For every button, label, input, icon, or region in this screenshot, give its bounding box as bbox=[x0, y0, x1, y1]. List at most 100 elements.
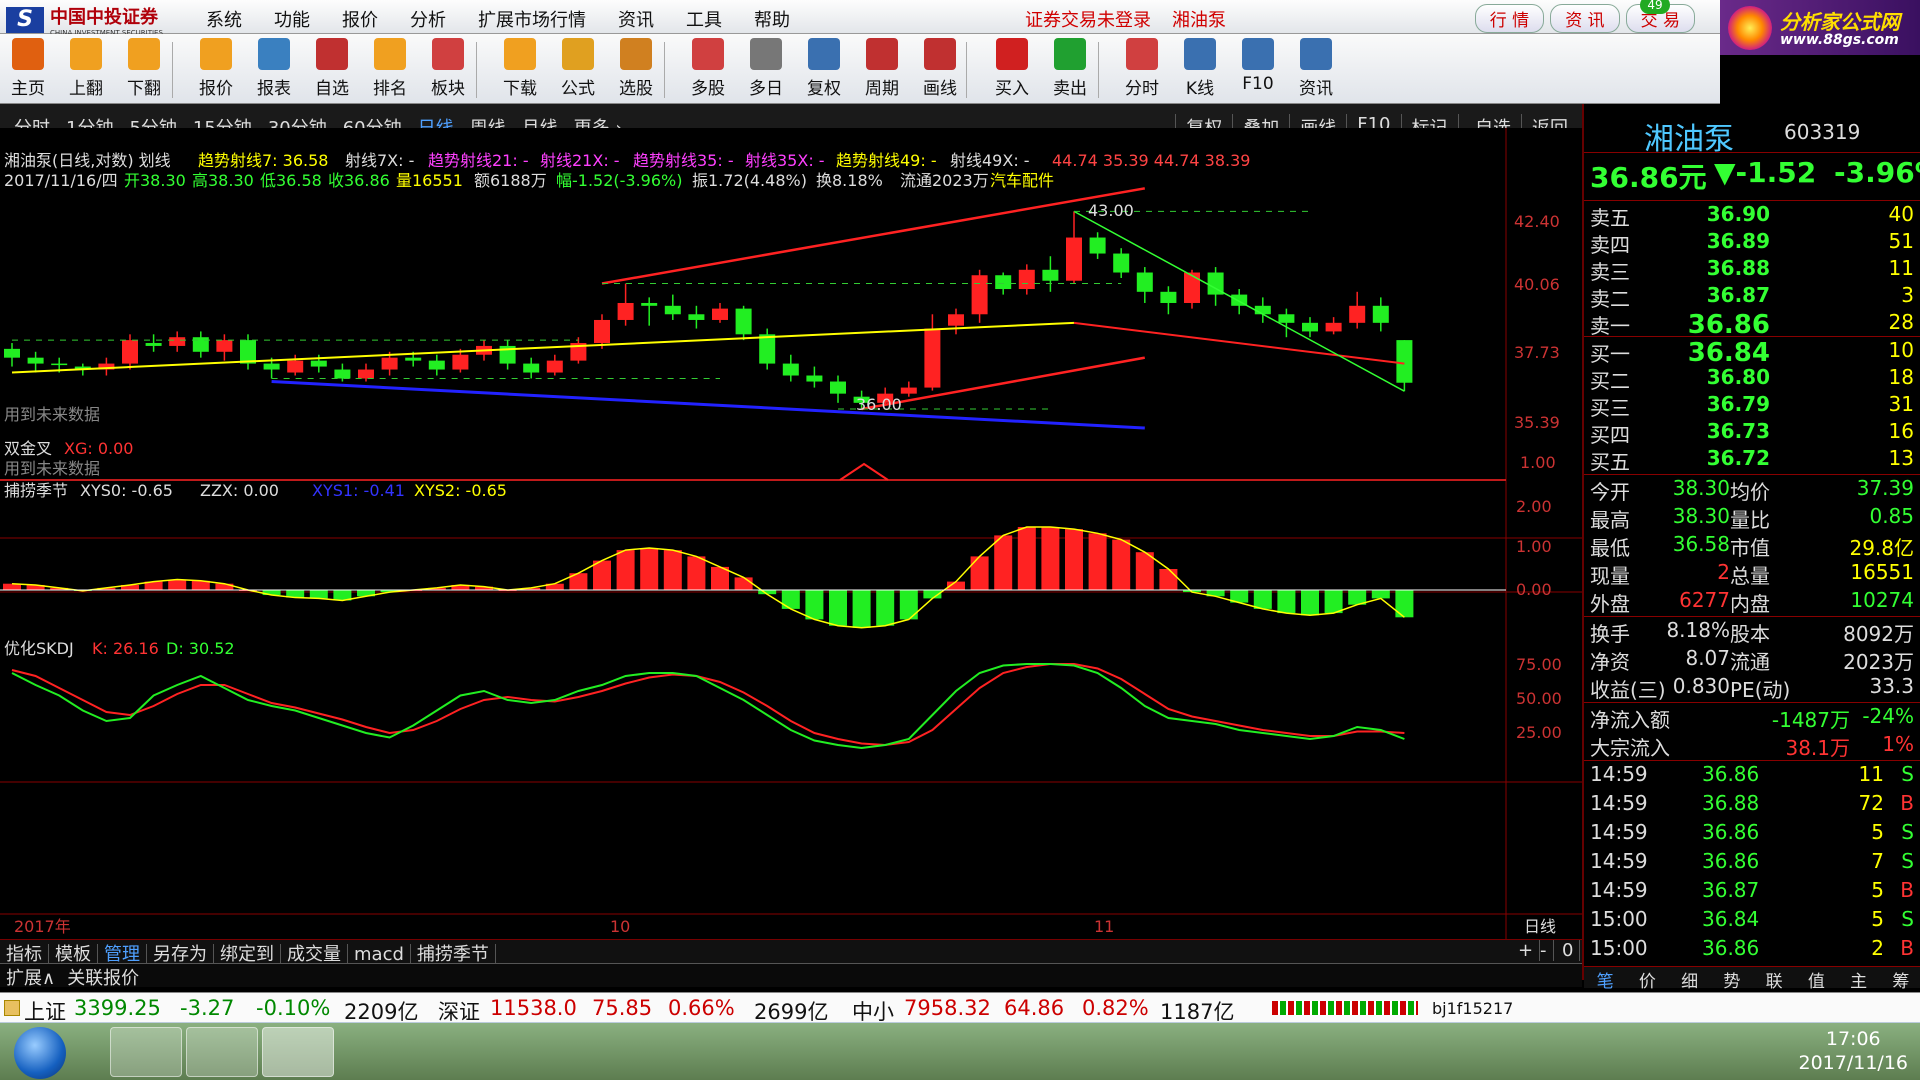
candle[interactable] bbox=[1396, 340, 1413, 383]
candle[interactable] bbox=[948, 314, 964, 326]
toolbar-button-18[interactable]: 分时 bbox=[1114, 38, 1170, 99]
candle[interactable] bbox=[192, 337, 209, 352]
toolbar-button-8[interactable]: 下载 bbox=[492, 38, 548, 99]
candle[interactable] bbox=[287, 360, 304, 373]
candle[interactable] bbox=[405, 357, 422, 361]
toolbar-button-7[interactable]: 板块 bbox=[420, 38, 476, 99]
menu-item[interactable]: 资讯 bbox=[602, 6, 670, 32]
candle[interactable] bbox=[712, 308, 728, 320]
menu-item[interactable]: 系统 bbox=[190, 6, 258, 32]
quote-tab[interactable]: 价 bbox=[1639, 967, 1656, 992]
login-status[interactable]: 证券交易未登录 bbox=[1025, 6, 1151, 32]
candle[interactable] bbox=[51, 363, 68, 366]
menu-item[interactable]: 报价 bbox=[326, 6, 394, 32]
candle[interactable] bbox=[1066, 237, 1082, 281]
candle[interactable] bbox=[900, 387, 917, 394]
quote-tab[interactable]: 细 bbox=[1681, 967, 1698, 992]
toolbar-button-16[interactable]: 买入 bbox=[984, 38, 1040, 99]
menu-item[interactable]: 帮助 bbox=[738, 6, 806, 32]
quote-tab[interactable]: 主 bbox=[1850, 967, 1867, 992]
top-button[interactable]: 行 情 bbox=[1474, 4, 1545, 33]
menu-item[interactable]: 分析 bbox=[394, 6, 462, 32]
toolbar-button-9[interactable]: 公式 bbox=[550, 38, 606, 99]
candle[interactable] bbox=[4, 348, 20, 358]
zoom-control[interactable]: 0 bbox=[1556, 940, 1581, 961]
toolbar-button-3[interactable]: 报价 bbox=[188, 38, 244, 99]
toolbar-button-15[interactable]: 画线 bbox=[912, 38, 968, 99]
app-task-icon[interactable] bbox=[186, 1027, 258, 1077]
candle[interactable] bbox=[310, 360, 327, 367]
ask-row[interactable]: 卖四 36.89 51 bbox=[1590, 229, 1920, 257]
indicator-tab[interactable]: 管理 bbox=[98, 944, 147, 965]
quote-tab[interactable]: 势 bbox=[1723, 967, 1740, 992]
candle[interactable] bbox=[334, 369, 351, 379]
toolbar-button-6[interactable]: 排名 bbox=[362, 38, 418, 99]
candle[interactable] bbox=[381, 357, 398, 370]
ask-row[interactable]: 卖三 36.88 11 bbox=[1590, 256, 1920, 284]
toolbar-button-12[interactable]: 多日 bbox=[738, 38, 794, 99]
bid-row[interactable]: 买一 36.84 10 bbox=[1590, 338, 1920, 368]
candle[interactable] bbox=[546, 360, 563, 373]
candle[interactable] bbox=[358, 369, 374, 379]
candle[interactable] bbox=[1254, 305, 1271, 315]
bid-row[interactable]: 买三 36.79 31 bbox=[1590, 392, 1920, 420]
candle[interactable] bbox=[617, 302, 634, 320]
toolbar-button-0[interactable]: 主页 bbox=[0, 38, 56, 99]
indicator-tab[interactable]: 模板 bbox=[49, 944, 98, 965]
kline-chart[interactable]: 湘油泵(日线,对数) 划线 趋势射线7: 36.58 射线7X: - 趋势射线2… bbox=[0, 128, 1582, 948]
menu-item[interactable]: 功能 bbox=[258, 6, 326, 32]
start-button-icon[interactable] bbox=[14, 1027, 66, 1079]
candle[interactable] bbox=[1278, 314, 1295, 323]
candle[interactable] bbox=[216, 340, 233, 352]
candle[interactable] bbox=[1089, 237, 1106, 254]
candle[interactable] bbox=[145, 343, 162, 346]
bid-row[interactable]: 买四 36.73 16 bbox=[1590, 419, 1920, 447]
ask-row[interactable]: 卖一 36.86 28 bbox=[1590, 310, 1920, 340]
quote-tab[interactable]: 笔 bbox=[1597, 967, 1614, 992]
menu-item[interactable]: 扩展市场行情 bbox=[462, 6, 602, 32]
indicator-tab[interactable]: 成交量 bbox=[281, 944, 348, 965]
quote-tab[interactable]: 值 bbox=[1808, 967, 1825, 992]
candle[interactable] bbox=[782, 363, 799, 376]
candle[interactable] bbox=[759, 334, 776, 364]
toolbar-button-11[interactable]: 多股 bbox=[680, 38, 736, 99]
candle[interactable] bbox=[169, 337, 186, 346]
candle[interactable] bbox=[1184, 272, 1200, 303]
toolbar-button-10[interactable]: 选股 bbox=[608, 38, 664, 99]
candle[interactable] bbox=[428, 360, 445, 370]
candle[interactable] bbox=[1113, 253, 1130, 273]
menu-item[interactable]: 工具 bbox=[670, 6, 738, 32]
toolbar-button-13[interactable]: 复权 bbox=[796, 38, 852, 99]
browser-task-icon[interactable] bbox=[110, 1027, 182, 1077]
candle[interactable] bbox=[27, 357, 44, 364]
bid-row[interactable]: 买五 36.72 13 bbox=[1590, 446, 1920, 474]
candle[interactable] bbox=[1160, 291, 1177, 303]
trading-app-task-icon[interactable] bbox=[262, 1027, 334, 1077]
candle[interactable] bbox=[995, 275, 1012, 290]
toolbar-button-2[interactable]: 下翻 bbox=[116, 38, 172, 99]
indicator-tab[interactable]: 指标 bbox=[0, 944, 49, 965]
ask-row[interactable]: 卖二 36.87 3 bbox=[1590, 283, 1920, 311]
top-button[interactable]: 资 讯 bbox=[1550, 4, 1620, 33]
candle[interactable] bbox=[1325, 322, 1342, 332]
indicator-tab[interactable]: 捕捞季节 bbox=[410, 944, 496, 965]
candle[interactable] bbox=[1018, 269, 1035, 290]
indicator-tab[interactable]: macd bbox=[348, 944, 411, 965]
candle[interactable] bbox=[452, 354, 469, 370]
system-clock[interactable]: 17:06 2017/11/16 bbox=[1798, 1027, 1908, 1075]
candle[interactable] bbox=[263, 363, 280, 370]
candle[interactable] bbox=[122, 340, 138, 364]
candle[interactable] bbox=[594, 319, 610, 344]
toolbar-button-20[interactable]: F10 bbox=[1230, 38, 1286, 94]
quote-tab[interactable]: 联 bbox=[1766, 967, 1783, 992]
toolbar-button-21[interactable]: 资讯 bbox=[1288, 38, 1344, 99]
candle[interactable] bbox=[735, 308, 752, 335]
candle[interactable] bbox=[1136, 272, 1153, 292]
indicator-tab[interactable]: 绑定到 bbox=[214, 944, 281, 965]
candle[interactable] bbox=[924, 328, 941, 388]
bid-row[interactable]: 买二 36.80 18 bbox=[1590, 365, 1920, 393]
toolbar-button-17[interactable]: 卖出 bbox=[1042, 38, 1098, 99]
candle[interactable] bbox=[523, 363, 540, 373]
candle[interactable] bbox=[1372, 305, 1389, 323]
ext-item[interactable]: 扩展∧ bbox=[0, 968, 61, 989]
